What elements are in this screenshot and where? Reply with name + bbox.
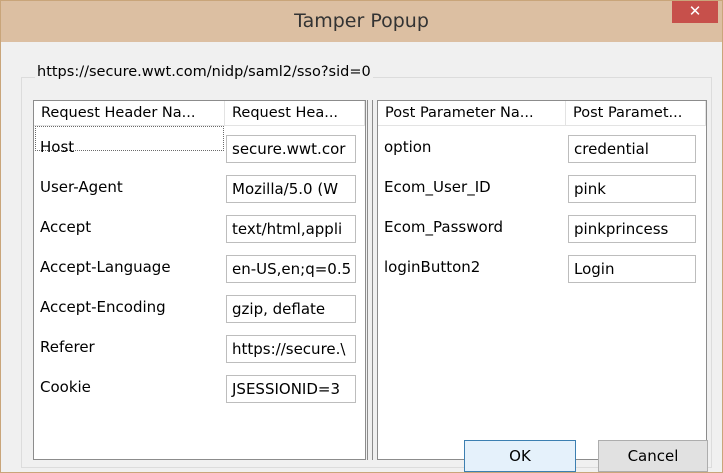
table-row[interactable]: Ecom_Password pinkprincess: [378, 212, 706, 243]
table-row[interactable]: User-Agent Mozilla/5.0 (W: [34, 172, 365, 203]
header-name: User-Agent: [40, 178, 123, 196]
dialog-body: https://secure.wwt.com/nidp/saml2/sso?si…: [9, 42, 714, 472]
table-row[interactable]: loginButton2 Login: [378, 252, 706, 283]
header-name: Cookie: [40, 378, 91, 396]
table-row[interactable]: option credential: [378, 132, 706, 163]
header-value-field[interactable]: JSESSIONID=3: [226, 375, 356, 403]
table-row[interactable]: Accept-Language en-US,en;q=0.5: [34, 252, 365, 283]
column-header-request-header-value[interactable]: Request Hea...: [225, 101, 365, 126]
ok-button[interactable]: OK: [464, 440, 576, 472]
header-value-field[interactable]: secure.wwt.cor: [226, 135, 356, 163]
table-row[interactable]: Accept-Encoding gzip, deflate: [34, 292, 365, 323]
tamper-popup-window: Tamper Popup ✕ https://secure.wwt.com/ni…: [0, 0, 723, 473]
header-value-field[interactable]: Mozilla/5.0 (W: [226, 175, 356, 203]
table-row[interactable]: Host secure.wwt.cor: [34, 132, 365, 163]
request-url: https://secure.wwt.com/nidp/saml2/sso?si…: [35, 64, 373, 80]
parameter-name: option: [384, 138, 432, 156]
parameter-value-field[interactable]: pinkprincess: [568, 215, 696, 243]
parameter-value-field[interactable]: Login: [568, 255, 696, 283]
header-name: Accept-Language: [40, 258, 171, 276]
column-header-post-parameter-value[interactable]: Post Paramet...: [566, 101, 706, 126]
table-row[interactable]: Cookie JSESSIONID=3: [34, 372, 365, 403]
cancel-button[interactable]: Cancel: [598, 440, 708, 472]
table-row[interactable]: Accept text/html,appli: [34, 212, 365, 243]
request-headers-grid[interactable]: Request Header Na... Request Hea... Host…: [33, 100, 366, 460]
parameter-name: Ecom_User_ID: [384, 178, 491, 196]
header-name: Accept: [40, 218, 92, 236]
column-header-post-parameter-name[interactable]: Post Parameter Na...: [378, 101, 566, 126]
close-icon[interactable]: ✕: [672, 1, 718, 23]
header-value-field[interactable]: gzip, deflate: [226, 295, 356, 323]
parameter-name: loginButton2: [384, 258, 481, 276]
title-bar[interactable]: Tamper Popup ✕: [1, 1, 722, 42]
column-header-request-header-name[interactable]: Request Header Na...: [34, 101, 225, 126]
table-row[interactable]: Referer https://secure.\: [34, 332, 365, 363]
post-parameters-grid[interactable]: Post Parameter Na... Post Paramet... opt…: [377, 100, 707, 460]
parameter-name: Ecom_Password: [384, 218, 504, 236]
header-value-field[interactable]: en-US,en;q=0.5: [226, 255, 356, 283]
header-name: Referer: [40, 338, 95, 356]
header-name: Accept-Encoding: [40, 298, 166, 316]
window-title: Tamper Popup: [294, 10, 429, 32]
header-value-field[interactable]: text/html,appli: [226, 215, 356, 243]
parameter-value-field[interactable]: pink: [568, 175, 696, 203]
header-name: Host: [40, 138, 75, 156]
header-value-field[interactable]: https://secure.\: [226, 335, 356, 363]
pane-splitter[interactable]: [367, 100, 373, 460]
parameter-value-field[interactable]: credential: [568, 135, 696, 163]
table-row[interactable]: Ecom_User_ID pink: [378, 172, 706, 203]
